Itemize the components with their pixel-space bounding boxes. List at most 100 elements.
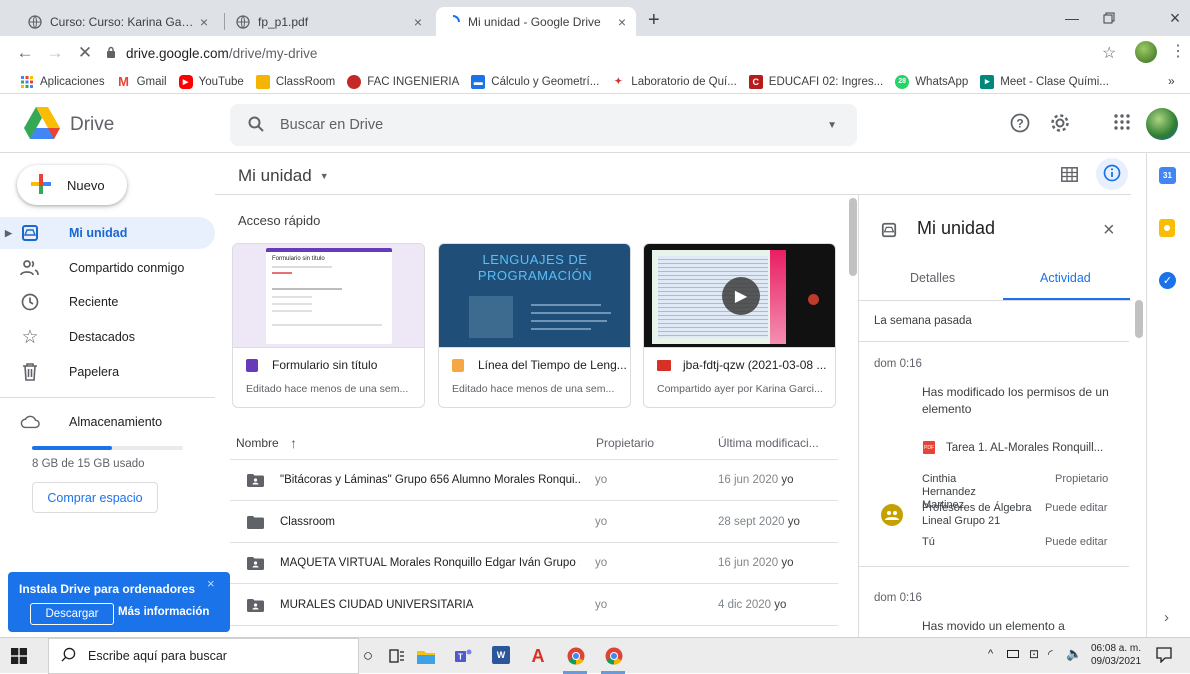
sort-arrow-icon[interactable]: ↑ <box>290 435 297 451</box>
file-row[interactable]: "Bitácoras y Láminas" Grupo 656 Alumno M… <box>230 460 838 501</box>
name-column-header[interactable]: Nombre <box>236 436 279 450</box>
sidebar-item-trash[interactable]: Papelera <box>0 356 215 388</box>
browser-menu-icon[interactable]: ⋮ <box>1170 41 1186 61</box>
browser-tab-drive[interactable]: Mi unidad - Google Drive × <box>436 7 636 36</box>
search-input[interactable]: Buscar en Drive <box>280 117 827 133</box>
expand-arrow-icon[interactable]: ▶ <box>5 228 12 239</box>
bookmark-meet[interactable]: ▸ Meet - Clase Quími... <box>980 74 1109 89</box>
new-button[interactable]: Nuevo <box>17 165 127 205</box>
cortana-icon[interactable]: ○ <box>358 646 378 666</box>
battery-icon[interactable] <box>1007 650 1019 658</box>
activity-file[interactable]: PDF Tarea 1. AL-Morales Ronquill... <box>923 441 1103 454</box>
tasks-icon[interactable]: ✓ <box>1159 272 1176 289</box>
info-button[interactable] <box>1096 158 1128 190</box>
buy-storage-button[interactable]: Comprar espacio <box>32 482 158 513</box>
bookmark-label: EDUCAFI 02: Ingres... <box>768 75 884 88</box>
taskbar-search-box[interactable]: Escribe aquí para buscar <box>48 638 359 674</box>
chevron-down-icon: ▼ <box>319 171 329 181</box>
plus-icon <box>29 172 53 199</box>
bookmark-fac-ingenieria[interactable]: FAC INGENIERIA <box>347 74 459 89</box>
drive-logo-text[interactable]: Drive <box>70 114 114 136</box>
search-icon[interactable] <box>248 116 264 135</box>
word-icon[interactable]: W <box>492 646 510 664</box>
sidebar-item-label: Mi unidad <box>69 226 128 240</box>
expand-side-panel-icon[interactable]: › <box>1164 609 1169 626</box>
bookmark-educafi[interactable]: C EDUCAFI 02: Ingres... <box>748 74 884 89</box>
task-view-icon[interactable] <box>387 646 407 666</box>
volume-icon[interactable]: 🔈 <box>1066 646 1082 662</box>
play-icon[interactable]: ▶ <box>722 277 760 315</box>
sidebar-item-storage[interactable]: Almacenamiento <box>0 406 215 438</box>
show-hidden-icons[interactable]: ^ <box>988 648 993 660</box>
drive-logo-icon[interactable] <box>24 107 60 142</box>
main-scrollbar[interactable] <box>849 198 857 276</box>
close-window-button[interactable]: × <box>1160 6 1190 30</box>
file-row[interactable]: MURALES CIUDAD UNIVERSITARIA yo 4 dic 2020… <box>230 585 838 626</box>
chrome-profile-icon[interactable] <box>604 646 624 666</box>
browser-tab-pdf[interactable]: fp_p1.pdf × <box>226 7 432 36</box>
notifications-icon[interactable] <box>1156 647 1172 666</box>
file-explorer-icon[interactable] <box>416 646 436 666</box>
bookmarks-overflow-button[interactable]: » <box>1168 74 1175 88</box>
sidebar-item-shared[interactable]: Compartido conmigo <box>0 252 215 284</box>
quick-access-card[interactable]: LENGUAJES DE PROGRAMACIÓN Línea del Tiem… <box>438 243 631 408</box>
close-banner-icon[interactable]: × <box>207 576 215 591</box>
info-icon <box>1103 164 1121 185</box>
bookmark-star-icon[interactable]: ☆ <box>1102 43 1116 63</box>
minimize-button[interactable]: — <box>1057 6 1087 30</box>
help-icon[interactable]: ? <box>1010 113 1030 136</box>
address-bar[interactable]: drive.google.com/drive/my-drive <box>106 39 1106 67</box>
bookmark-calculo[interactable]: ▬ Cálculo y Geometrí... <box>471 74 599 89</box>
modified-column-header[interactable]: Última modificaci... <box>718 436 819 450</box>
download-button[interactable]: Descargar <box>30 603 114 625</box>
bookmark-whatsapp[interactable]: 28 WhatsApp <box>895 74 968 89</box>
bookmark-youtube[interactable]: ▶ YouTube <box>178 74 244 89</box>
bookmark-gmail[interactable]: M Gmail <box>117 74 166 89</box>
more-info-link[interactable]: Más información <box>118 606 209 618</box>
restore-button[interactable] <box>1094 6 1124 30</box>
pen-icon[interactable]: ⊡ <box>1029 647 1039 661</box>
forward-icon[interactable]: → <box>40 38 70 68</box>
calendar-icon[interactable]: 31 <box>1159 167 1176 184</box>
back-icon[interactable]: ← <box>10 38 40 68</box>
quick-access-card[interactable]: ▶ jba-fdtj-qzw (2021-03-08 ... Compartid… <box>643 243 836 408</box>
browser-tab-course[interactable]: Curso: Curso: Karina Garcia Mora × <box>18 7 218 36</box>
panel-scrollbar[interactable] <box>1135 300 1143 338</box>
bookmark-classroom[interactable]: ClassRoom <box>255 74 335 89</box>
clock[interactable]: 06:08 a. m. 09/03/2021 <box>1090 642 1142 668</box>
google-apps-icon[interactable] <box>1114 114 1130 133</box>
grid-view-icon[interactable] <box>1061 167 1078 185</box>
tab-activity[interactable]: Actividad <box>1040 271 1091 285</box>
new-tab-button[interactable]: + <box>648 9 660 32</box>
close-tab-icon[interactable]: × <box>618 14 626 30</box>
sidebar-item-starred[interactable]: ☆ Destacados <box>0 321 215 353</box>
my-drive-icon <box>881 222 897 241</box>
activity-section-label: La semana pasada <box>874 315 972 327</box>
windows-start-icon[interactable] <box>11 648 27 667</box>
file-row[interactable]: MAQUETA VIRTUAL Morales Ronquillo Edgar … <box>230 543 838 584</box>
owner-column-header[interactable]: Propietario <box>596 436 654 450</box>
sidebar-item-recent[interactable]: Reciente <box>0 286 215 318</box>
search-box[interactable]: Buscar en Drive ▼ <box>230 104 857 146</box>
tab-details[interactable]: Detalles <box>910 271 955 285</box>
file-row[interactable]: Classroom yo 28 sept 2020 yo <box>230 502 838 543</box>
close-tab-icon[interactable]: × <box>200 14 208 30</box>
wifi-icon[interactable]: ◜ <box>1048 647 1053 661</box>
close-tab-icon[interactable]: × <box>414 14 422 30</box>
acrobat-icon[interactable]: A <box>528 646 548 666</box>
account-avatar[interactable] <box>1146 108 1178 140</box>
settings-gear-icon[interactable] <box>1049 112 1071 137</box>
profile-avatar[interactable] <box>1135 41 1157 63</box>
teams-icon[interactable]: T <box>454 646 474 666</box>
close-panel-icon[interactable]: × <box>1103 219 1115 242</box>
sidebar-item-my-drive[interactable]: ▶ Mi unidad <box>0 217 215 249</box>
my-drive-title-dropdown[interactable]: Mi unidad ▼ <box>238 166 329 186</box>
lock-icon <box>106 46 116 61</box>
keep-icon[interactable] <box>1159 219 1175 237</box>
bookmark-laboratorio[interactable]: ✦ Laboratorio de Quí... <box>611 75 737 89</box>
bookmark-apps[interactable]: Aplicaciones <box>20 75 105 89</box>
stop-icon[interactable]: ✕ <box>70 38 100 68</box>
chrome-icon[interactable] <box>566 646 586 666</box>
quick-access-card[interactable]: Formulario sin título Formulario sin tít… <box>232 243 425 408</box>
search-options-icon[interactable]: ▼ <box>827 120 837 131</box>
